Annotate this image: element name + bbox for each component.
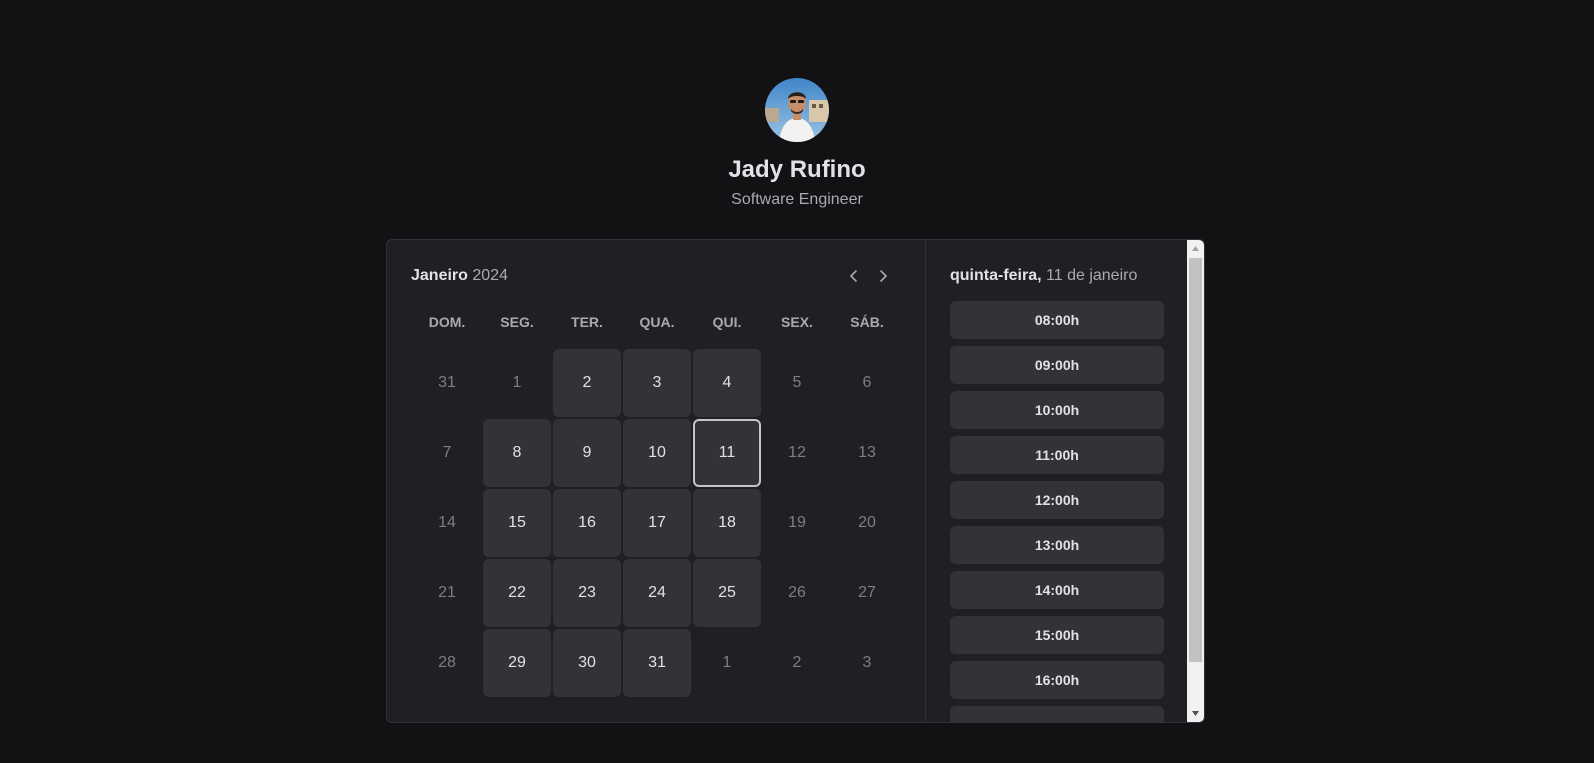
calendar-day: 21	[438, 584, 456, 601]
time-slot-button[interactable]: 14:00h	[950, 571, 1164, 609]
calendar-month: Janeiro	[411, 267, 468, 284]
calendar-day[interactable]: 29	[483, 629, 551, 697]
calendar-day: 1	[512, 374, 522, 391]
scheduling-card: Janeiro 2024 DOM. SEG. TER. QUA. QUI. SEX. SÁB…	[386, 239, 1205, 723]
avatar	[765, 78, 829, 142]
calendar-day: 31	[438, 374, 456, 391]
time-slot-button[interactable]	[950, 706, 1164, 722]
calendar-day: 26	[788, 584, 806, 601]
weekday-header: QUI.	[712, 314, 742, 330]
calendar-year: 2024	[472, 267, 508, 284]
calendar-day: 19	[788, 514, 806, 531]
weekday-header: TER.	[571, 314, 603, 330]
calendar: Janeiro 2024 DOM. SEG. TER. QUA. QUI. SEX. SÁB…	[387, 240, 926, 722]
weekday-header: SEG.	[500, 314, 534, 330]
calendar-day[interactable]: 24	[623, 559, 691, 627]
calendar-day: 13	[858, 444, 876, 461]
calendar-day: 1	[722, 654, 732, 671]
calendar-day: 3	[862, 654, 872, 671]
calendar-day-selected[interactable]: 11	[693, 419, 761, 487]
time-slot-button[interactable]: 10:00h	[950, 391, 1164, 429]
calendar-day: 7	[442, 444, 452, 461]
calendar-day[interactable]: 2	[553, 349, 621, 417]
time-slot-button[interactable]: 12:00h	[950, 481, 1164, 519]
chevron-right-icon	[880, 270, 887, 282]
calendar-day[interactable]: 16	[553, 489, 621, 557]
time-slot-button[interactable]: 09:00h	[950, 346, 1164, 384]
calendar-day[interactable]: 23	[553, 559, 621, 627]
time-slot-list: 08:00h 09:00h 10:00h 11:00h 12:00h 13:00h 14:0…	[950, 301, 1164, 722]
selected-date: 11 de janeiro	[1046, 267, 1138, 284]
calendar-day: 6	[862, 374, 872, 391]
selected-date-title: quinta-feira, 11 de janeiro	[950, 266, 1164, 286]
calendar-day[interactable]: 10	[623, 419, 691, 487]
time-slot-button[interactable]: 13:00h	[950, 526, 1164, 564]
calendar-day[interactable]: 15	[483, 489, 551, 557]
calendar-day: 12	[788, 444, 806, 461]
calendar-day: 14	[438, 514, 456, 531]
weekday-header: DOM.	[428, 314, 466, 330]
weekday-header: SEX.	[781, 314, 813, 330]
calendar-day[interactable]: 4	[693, 349, 761, 417]
time-slot-button[interactable]: 15:00h	[950, 616, 1164, 654]
triangle-down-icon	[1192, 711, 1199, 716]
calendar-day: 27	[858, 584, 876, 601]
calendar-day[interactable]: 3	[623, 349, 691, 417]
calendar-day[interactable]: 31	[623, 629, 691, 697]
chevron-left-icon	[850, 270, 857, 282]
time-slot-button[interactable]: 08:00h	[950, 301, 1164, 339]
calendar-day: 20	[858, 514, 876, 531]
time-slot-button[interactable]: 11:00h	[950, 436, 1164, 474]
calendar-grid: DOM. SEG. TER. QUA. QUI. SEX. SÁB. 31 1 2 3 4 5 6 7 8 9 1…	[413, 310, 901, 699]
next-month-button[interactable]	[873, 266, 893, 286]
calendar-day: 2	[792, 654, 802, 671]
profile-name: Jady Rufino	[728, 156, 866, 183]
weekday-header: SÁB.	[850, 314, 884, 330]
scrollbar[interactable]	[1187, 240, 1204, 722]
calendar-day: 5	[792, 374, 802, 391]
profile-role: Software Engineer	[731, 191, 863, 208]
weekday-header: QUA.	[639, 314, 675, 330]
time-picker: quinta-feira, 11 de janeiro 08:00h 09:00h…	[926, 240, 1188, 722]
calendar-title: Janeiro 2024	[411, 266, 508, 286]
calendar-day[interactable]: 30	[553, 629, 621, 697]
time-slot-button[interactable]: 16:00h	[950, 661, 1164, 699]
profile-header: Jady Rufino Software Engineer	[0, 78, 1594, 211]
calendar-day[interactable]: 8	[483, 419, 551, 487]
scroll-down-button[interactable]	[1187, 705, 1204, 722]
calendar-day[interactable]: 18	[693, 489, 761, 557]
selected-weekday: quinta-feira,	[950, 267, 1042, 284]
calendar-day[interactable]: 22	[483, 559, 551, 627]
calendar-day[interactable]: 9	[553, 419, 621, 487]
scrollbar-thumb[interactable]	[1189, 258, 1202, 662]
triangle-up-icon	[1192, 246, 1199, 251]
calendar-day[interactable]: 25	[693, 559, 761, 627]
previous-month-button[interactable]	[844, 266, 864, 286]
calendar-day: 28	[438, 654, 456, 671]
calendar-day[interactable]: 17	[623, 489, 691, 557]
scroll-up-button[interactable]	[1187, 240, 1204, 257]
